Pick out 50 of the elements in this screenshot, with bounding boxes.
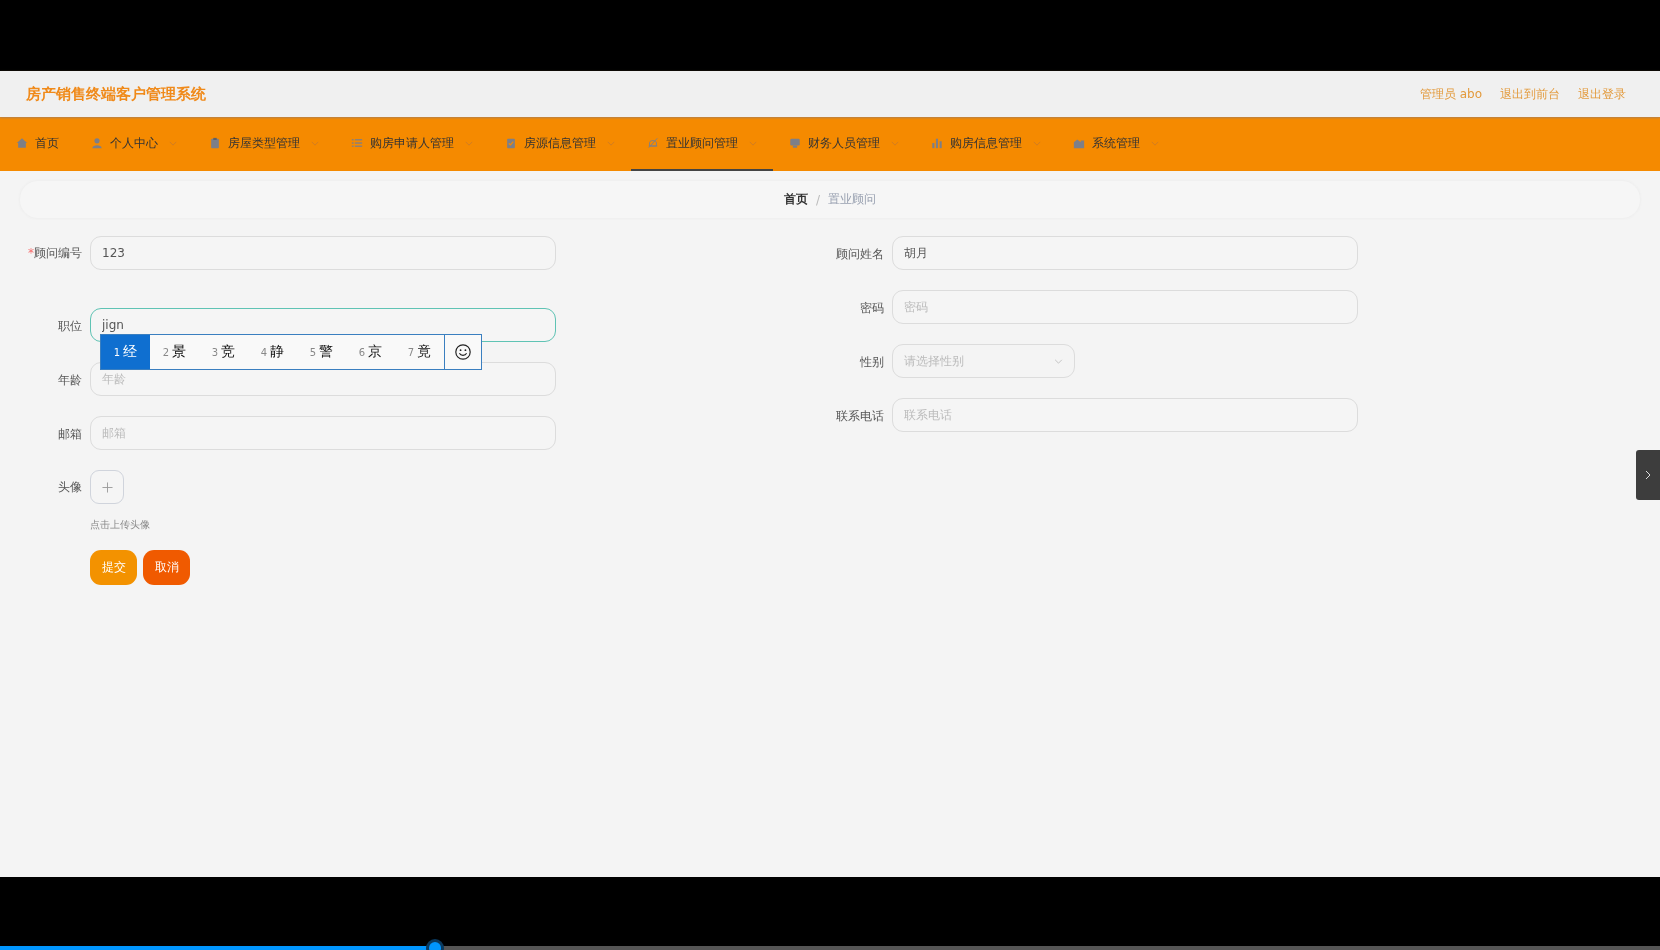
field-label: 密码 [859, 300, 885, 317]
nav-menu-item[interactable]: 购房信息管理 [915, 117, 1057, 171]
chevron-down-icon [1054, 358, 1063, 364]
chevron-down-icon [891, 140, 899, 146]
chevron-right-icon [1645, 470, 1651, 480]
bar-chart-icon [931, 137, 943, 149]
nav-menu-item[interactable]: 购房申请人管理 [335, 117, 489, 171]
nav-menu-item[interactable]: 房源信息管理 [489, 117, 631, 171]
upload-button[interactable] [90, 470, 124, 504]
side-panel-toggle[interactable] [1636, 450, 1660, 500]
progress-handle[interactable] [428, 942, 441, 950]
nav-menu-item[interactable]: 置业顾问管理 [631, 117, 773, 171]
breadcrumb-separator: / [815, 192, 820, 207]
chevron-down-icon [607, 140, 615, 146]
chevron-down-icon [311, 140, 319, 146]
list-icon [351, 137, 363, 149]
field-label: 邮箱 [57, 426, 83, 443]
nav-menu-item[interactable]: 首页 [0, 117, 75, 171]
field-label: 性别 [859, 354, 885, 371]
nav-menu-item[interactable]: 系统管理 [1057, 117, 1175, 171]
app-title: 房产销售终端客户管理系统 [26, 84, 206, 104]
field-label: 头像 [57, 479, 83, 496]
monitor-icon [789, 137, 801, 149]
nav-menu-item[interactable]: 个人中心 [75, 117, 193, 171]
smiley-icon[interactable] [454, 343, 472, 361]
field-label: *顾问编号 [28, 245, 83, 262]
chevron-down-icon [169, 140, 177, 146]
field-label: 联系电话 [835, 408, 885, 425]
upload-hint: 点击上传头像 [90, 518, 150, 532]
user-icon [91, 137, 103, 149]
text-field[interactable]: 123 [90, 236, 556, 270]
field-label: 顾问姓名 [835, 246, 885, 263]
chevron-down-icon [1151, 140, 1159, 146]
nav-menu-item[interactable]: 财务人员管理 [773, 117, 915, 171]
cancel-button[interactable]: 取消 [143, 550, 190, 585]
chevron-down-icon [1033, 140, 1041, 146]
ime-candidate[interactable]: 1 经 [101, 335, 150, 369]
clipboard-icon [209, 137, 221, 149]
chevron-down-icon [749, 140, 757, 146]
nav-menu-item[interactable]: 房屋类型管理 [193, 117, 335, 171]
breadcrumb-item: 置业顾问 [828, 191, 876, 208]
building-icon [1073, 137, 1085, 149]
clipboard-icon [505, 137, 517, 149]
field-label: 职位 [57, 318, 83, 335]
plus-icon [101, 481, 113, 493]
field-label: 年龄 [57, 372, 83, 389]
chevron-down-icon [465, 140, 473, 146]
text-field[interactable]: 胡月 [892, 236, 1358, 270]
breadcrumb-item[interactable]: 首页 [783, 191, 808, 208]
home-icon [16, 137, 28, 149]
